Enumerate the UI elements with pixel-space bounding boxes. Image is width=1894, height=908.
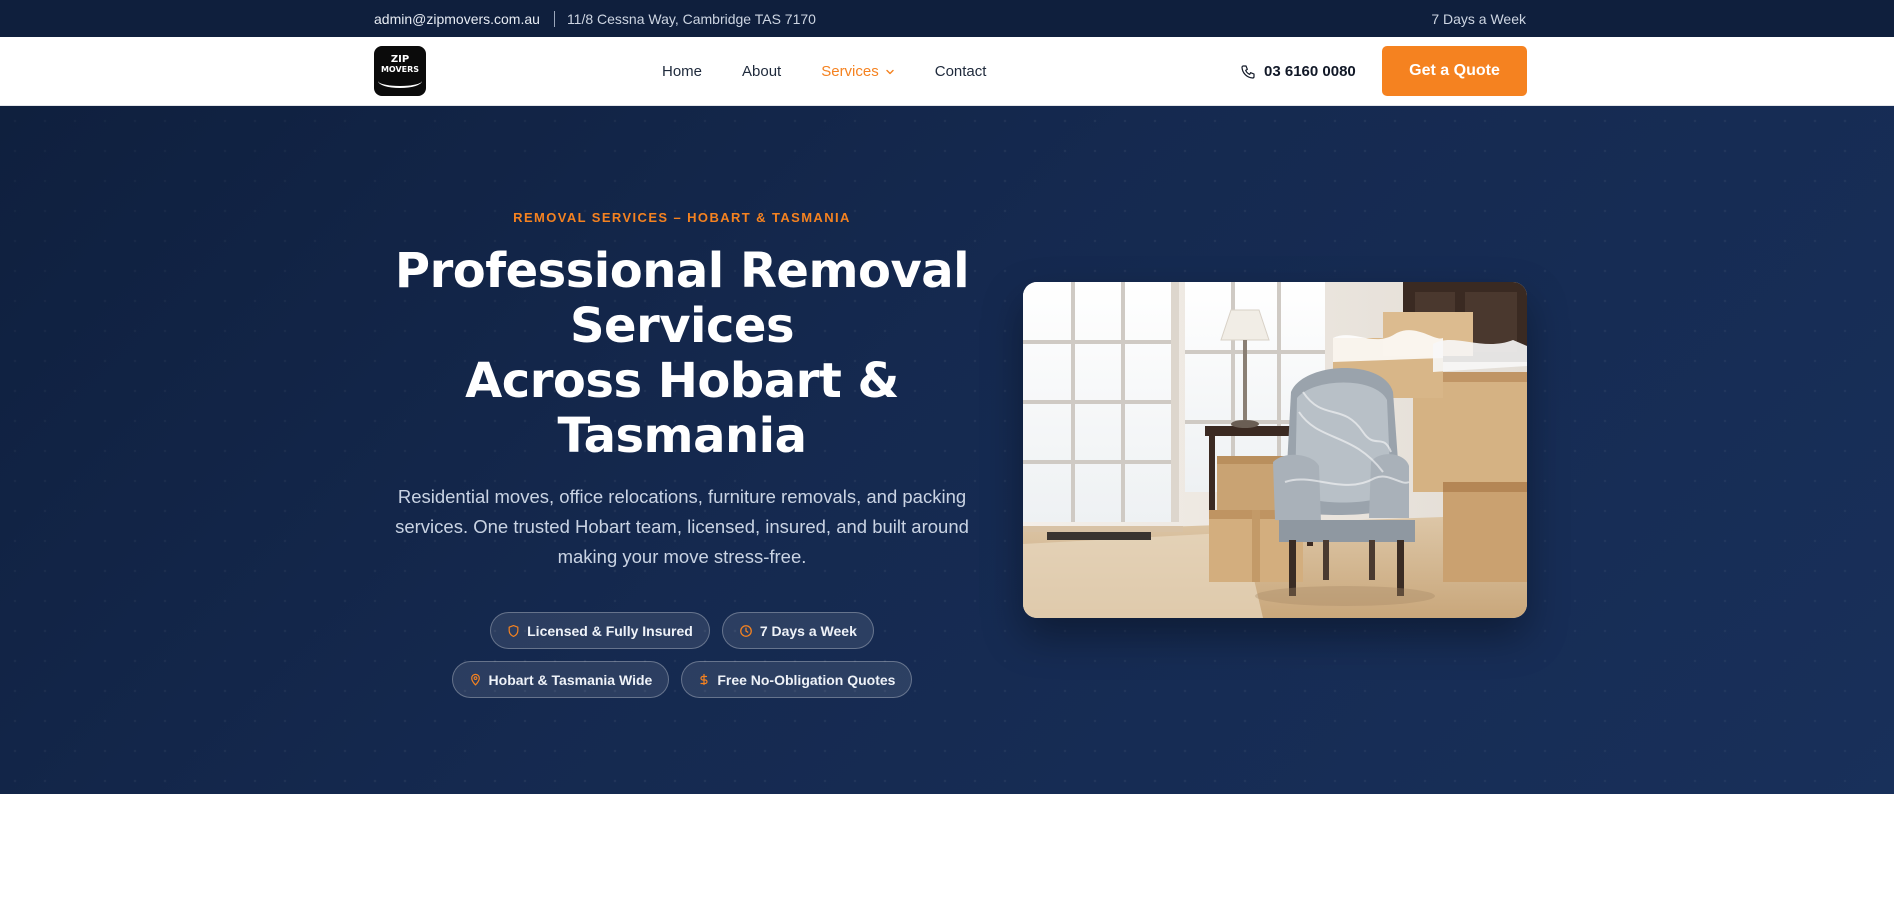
headline-line-4: Tasmania <box>557 408 807 464</box>
divider <box>553 10 555 27</box>
badge-label: Hobart & Tasmania Wide <box>488 671 653 688</box>
primary-nav: Home About Services Contact <box>662 37 1026 106</box>
opening-hours: 7 Days a Week <box>1431 10 1526 27</box>
hero-subtext: Residential moves, office relocations, f… <box>395 486 969 567</box>
top-info-bar: admin@zipmovers.com.au 11/8 Cessna Way, … <box>0 0 1894 37</box>
badge-label: Free No-Obligation Quotes <box>717 671 896 688</box>
logo-text-zip: ZIP <box>390 54 410 65</box>
badge-label: 7 Days a Week <box>759 622 857 639</box>
phone-number: 03 6160 0080 <box>1264 63 1356 80</box>
logo-swoosh <box>378 74 422 88</box>
chevron-down-icon <box>886 69 894 74</box>
nav-services[interactable]: Services <box>821 63 895 80</box>
map-pin-icon <box>470 673 480 686</box>
hero-photo-moving-boxes <box>1023 282 1527 618</box>
hero-eyebrow: REMOVAL SERVICES – HOBART & TASMANIA <box>513 210 851 225</box>
nav-contact[interactable]: Contact <box>935 63 987 80</box>
headline-line-1: Professional Removal <box>394 243 970 299</box>
hero-section: REMOVAL SERVICES – HOBART & TASMANIA Pro… <box>0 106 1894 794</box>
badge-coverage: Hobart & Tasmania Wide <box>451 661 670 698</box>
feature-badges: Licensed & Fully Insured 7 Days a Week H… <box>374 612 990 710</box>
headline-line-3: Across Hobart & <box>465 353 899 409</box>
site-logo[interactable]: ZIP MOVERS <box>374 46 426 96</box>
badge-label: Licensed & Fully Insured <box>527 622 693 639</box>
shield-icon <box>508 624 519 637</box>
nav-home[interactable]: Home <box>662 63 702 80</box>
badge-licensed: Licensed & Fully Insured <box>490 612 710 649</box>
phone-icon <box>1241 64 1255 79</box>
get-a-quote-button[interactable]: Get a Quote <box>1382 46 1527 96</box>
nav-about[interactable]: About <box>742 63 781 80</box>
clock-icon <box>739 624 752 637</box>
badge-hours: 7 Days a Week <box>721 612 874 649</box>
main-navbar: ZIP MOVERS Home About Services Contact 0… <box>0 37 1894 106</box>
headline-line-2: Services <box>569 298 795 354</box>
contact-email[interactable]: admin@zipmovers.com.au <box>374 11 540 27</box>
photo-illustration <box>1023 282 1527 618</box>
phone-link[interactable]: 03 6160 0080 <box>1240 37 1356 106</box>
nav-services-label: Services <box>821 63 879 80</box>
business-address: 11/8 Cessna Way, Cambridge TAS 7170 <box>566 10 816 27</box>
badge-quotes: Free No-Obligation Quotes <box>681 661 913 698</box>
hero-headline: Professional Removal Services Across Hob… <box>374 244 990 464</box>
dollar-icon <box>700 673 708 686</box>
